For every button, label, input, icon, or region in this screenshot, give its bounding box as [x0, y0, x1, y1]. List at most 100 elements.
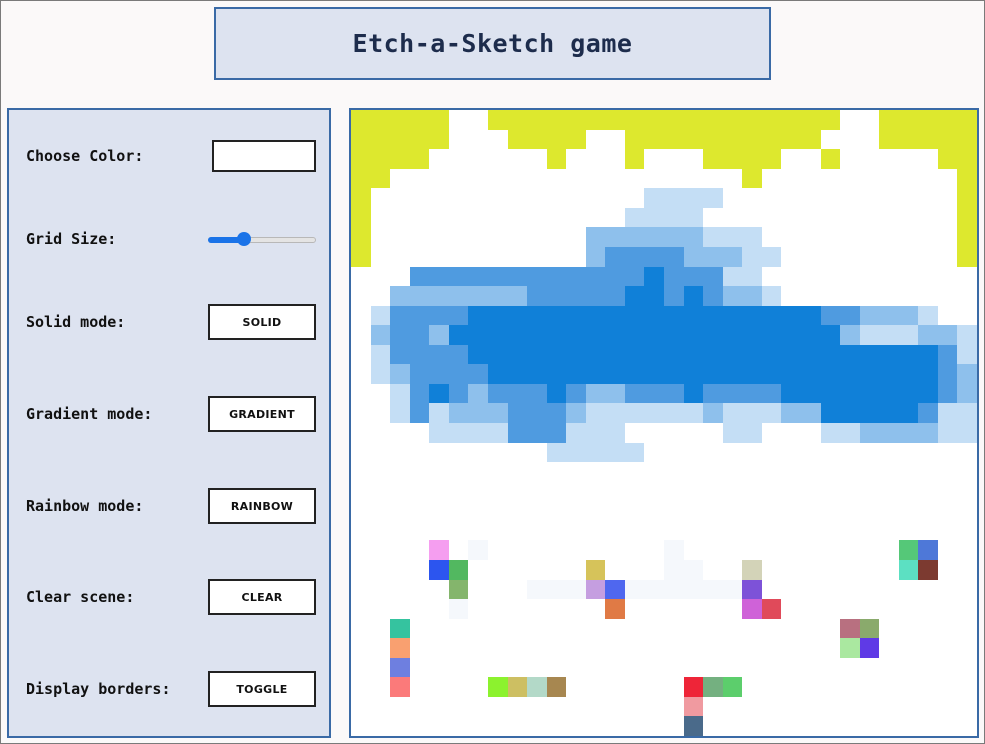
- clear-button[interactable]: CLEAR: [208, 579, 316, 615]
- grid-cell[interactable]: [703, 149, 723, 169]
- grid-cell[interactable]: [762, 462, 782, 482]
- grid-cell[interactable]: [487, 344, 508, 365]
- grid-cell[interactable]: [879, 403, 899, 423]
- grid-cell[interactable]: [625, 540, 645, 560]
- grid-cell[interactable]: [840, 169, 860, 189]
- grid-cell[interactable]: [644, 129, 664, 150]
- grid-size-slider[interactable]: [208, 232, 316, 246]
- grid-cell[interactable]: [821, 560, 841, 580]
- grid-cell[interactable]: [448, 286, 469, 306]
- grid-cell[interactable]: [957, 344, 977, 365]
- grid-cell[interactable]: [586, 658, 606, 678]
- grid-cell[interactable]: [605, 325, 625, 345]
- grid-cell[interactable]: [409, 149, 430, 169]
- grid-cell[interactable]: [527, 305, 547, 326]
- grid-cell[interactable]: [938, 208, 958, 228]
- grid-cell[interactable]: [781, 540, 801, 560]
- grid-cell[interactable]: [624, 325, 645, 345]
- grid-cell[interactable]: [410, 482, 430, 502]
- grid-cell[interactable]: [625, 638, 645, 658]
- grid-cell[interactable]: [742, 305, 762, 326]
- grid-cell[interactable]: [722, 423, 743, 443]
- grid-cell[interactable]: [859, 638, 880, 658]
- grid-cell[interactable]: [371, 501, 391, 521]
- grid-cell[interactable]: [390, 540, 410, 560]
- grid-cell[interactable]: [860, 580, 880, 600]
- grid-cell[interactable]: [703, 227, 723, 247]
- grid-cell[interactable]: [409, 110, 430, 130]
- grid-cell[interactable]: [918, 599, 938, 619]
- grid-cell[interactable]: [371, 560, 391, 580]
- grid-cell[interactable]: [821, 208, 841, 228]
- grid-cell[interactable]: [898, 344, 919, 365]
- grid-cell[interactable]: [449, 462, 469, 482]
- grid-cell[interactable]: [703, 462, 723, 482]
- grid-cell[interactable]: [351, 227, 371, 247]
- grid-cell[interactable]: [898, 325, 919, 345]
- grid-cell[interactable]: [429, 580, 449, 600]
- grid-cell[interactable]: [468, 325, 488, 345]
- grid-cell[interactable]: [957, 267, 977, 287]
- grid-cell[interactable]: [879, 169, 899, 189]
- grid-cell[interactable]: [527, 247, 547, 267]
- grid-cell[interactable]: [918, 423, 938, 443]
- grid-cell[interactable]: [742, 677, 762, 697]
- grid-cell[interactable]: [781, 247, 801, 267]
- grid-cell[interactable]: [566, 716, 586, 736]
- grid-cell[interactable]: [840, 658, 860, 678]
- grid-cell[interactable]: [351, 560, 371, 580]
- grid-cell[interactable]: [742, 697, 762, 717]
- grid-cell[interactable]: [624, 344, 645, 365]
- grid-cell[interactable]: [371, 716, 391, 736]
- grid-cell[interactable]: [468, 208, 488, 228]
- grid-cell[interactable]: [918, 286, 938, 306]
- grid-cell[interactable]: [938, 462, 958, 482]
- grid-cell[interactable]: [742, 246, 762, 267]
- grid-cell[interactable]: [683, 364, 704, 384]
- grid-cell[interactable]: [722, 305, 743, 326]
- grid-cell[interactable]: [762, 443, 782, 463]
- grid-cell[interactable]: [371, 384, 391, 404]
- grid-cell[interactable]: [429, 364, 449, 384]
- grid-cell[interactable]: [840, 677, 860, 697]
- grid-cell[interactable]: [566, 540, 586, 560]
- grid-cell[interactable]: [410, 188, 430, 208]
- grid-cell[interactable]: [527, 501, 547, 521]
- grid-cell[interactable]: [547, 619, 567, 639]
- grid-cell[interactable]: [918, 482, 938, 502]
- grid-cell[interactable]: [703, 638, 723, 658]
- grid-cell[interactable]: [957, 286, 977, 306]
- grid-cell[interactable]: [840, 305, 860, 326]
- grid-cell[interactable]: [527, 560, 547, 580]
- grid-cell[interactable]: [370, 305, 391, 326]
- grid-cell[interactable]: [546, 286, 567, 306]
- grid-cell[interactable]: [624, 227, 645, 247]
- grid-cell[interactable]: [899, 286, 919, 306]
- grid-cell[interactable]: [801, 208, 821, 228]
- grid-cell[interactable]: [605, 697, 625, 717]
- grid-cell[interactable]: [566, 638, 586, 658]
- grid-cell[interactable]: [625, 697, 645, 717]
- grid-cell[interactable]: [840, 482, 860, 502]
- grid-cell[interactable]: [781, 482, 801, 502]
- grid-cell[interactable]: [879, 325, 899, 345]
- grid-cell[interactable]: [683, 246, 704, 267]
- grid-cell[interactable]: [860, 130, 880, 150]
- grid-cell[interactable]: [390, 462, 410, 482]
- grid-cell[interactable]: [664, 169, 684, 189]
- grid-cell[interactable]: [429, 266, 449, 287]
- grid-cell[interactable]: [664, 540, 684, 560]
- grid-cell[interactable]: [371, 188, 391, 208]
- grid-cell[interactable]: [566, 677, 586, 697]
- grid-cell[interactable]: [448, 266, 469, 287]
- grid-cell[interactable]: [899, 599, 919, 619]
- grid-cell[interactable]: [429, 423, 449, 443]
- grid-cell[interactable]: [821, 638, 841, 658]
- grid-cell[interactable]: [585, 227, 606, 247]
- grid-cell[interactable]: [605, 521, 625, 541]
- grid-cell[interactable]: [879, 149, 899, 169]
- grid-cell[interactable]: [468, 130, 488, 150]
- grid-cell[interactable]: [801, 560, 821, 580]
- grid-cell[interactable]: [938, 580, 958, 600]
- grid-cell[interactable]: [468, 580, 488, 600]
